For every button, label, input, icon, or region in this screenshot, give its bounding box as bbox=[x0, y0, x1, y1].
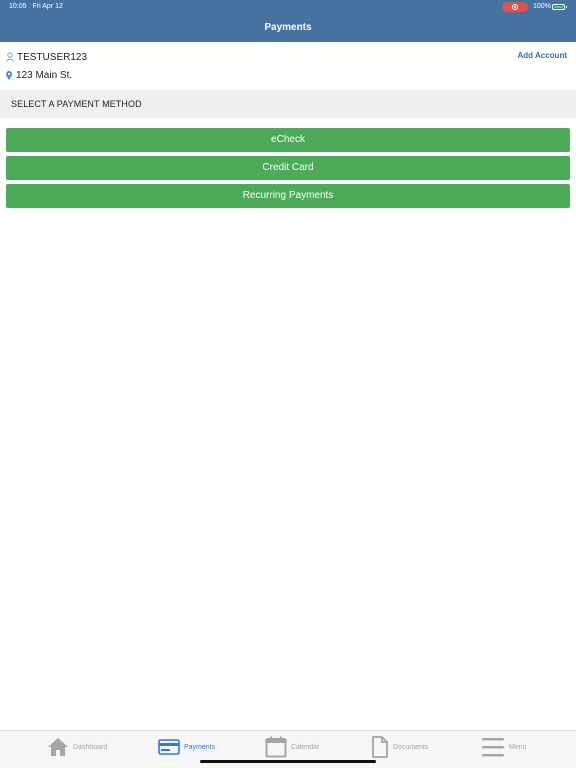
tab-payments[interactable]: Payments bbox=[158, 735, 215, 759]
screen-record-icon[interactable] bbox=[502, 2, 528, 12]
account-address-row: 123 Main St. bbox=[6, 68, 72, 82]
tab-label-calendar: Calendar bbox=[291, 743, 320, 751]
credit-card-icon bbox=[158, 739, 180, 755]
tab-label-menu: Menu bbox=[509, 743, 527, 751]
account-name-row: TESTUSER123 bbox=[6, 50, 87, 64]
recurring-payments-button[interactable]: Recurring Payments bbox=[6, 184, 570, 208]
page-title: Payments bbox=[264, 22, 312, 33]
location-pin-icon bbox=[6, 70, 12, 80]
add-account-link[interactable]: Add Account bbox=[518, 51, 567, 60]
tab-label-dashboard: Dashboard bbox=[73, 743, 108, 751]
app-header: 10:05 Fri Apr 12 100% Payments bbox=[0, 0, 576, 42]
status-time: 10:05 bbox=[9, 3, 27, 10]
echeck-button[interactable]: eCheck bbox=[6, 128, 570, 152]
tab-label-payments: Payments bbox=[184, 743, 216, 751]
battery-percent: 100% bbox=[533, 3, 551, 10]
tab-calendar[interactable]: Calendar bbox=[265, 735, 319, 759]
section-title: SELECT A PAYMENT METHOD bbox=[11, 99, 142, 109]
tab-label-documents: Documents bbox=[393, 743, 429, 751]
credit-card-button[interactable]: Credit Card bbox=[6, 156, 570, 180]
payment-method-section-header: SELECT A PAYMENT METHOD bbox=[0, 90, 576, 118]
payments-screen: 10:05 Fri Apr 12 100% Payments TESTUSER12… bbox=[0, 0, 576, 768]
home-icon bbox=[48, 738, 68, 756]
calendar-icon bbox=[265, 736, 287, 758]
home-indicator[interactable] bbox=[200, 760, 376, 763]
document-icon bbox=[372, 736, 388, 758]
status-date: Fri Apr 12 bbox=[32, 3, 63, 10]
tab-documents[interactable]: Documents bbox=[371, 735, 428, 759]
tab-menu[interactable]: Menu bbox=[481, 735, 527, 759]
user-icon bbox=[6, 52, 14, 62]
account-name: TESTUSER123 bbox=[17, 51, 88, 63]
status-bar-clock: 10:05 Fri Apr 12 bbox=[9, 3, 63, 10]
account-address: 123 Main St. bbox=[16, 69, 73, 81]
tab-dashboard[interactable]: Dashboard bbox=[47, 735, 107, 759]
battery-charging-icon bbox=[552, 4, 567, 10]
hamburger-menu-icon bbox=[482, 738, 504, 757]
